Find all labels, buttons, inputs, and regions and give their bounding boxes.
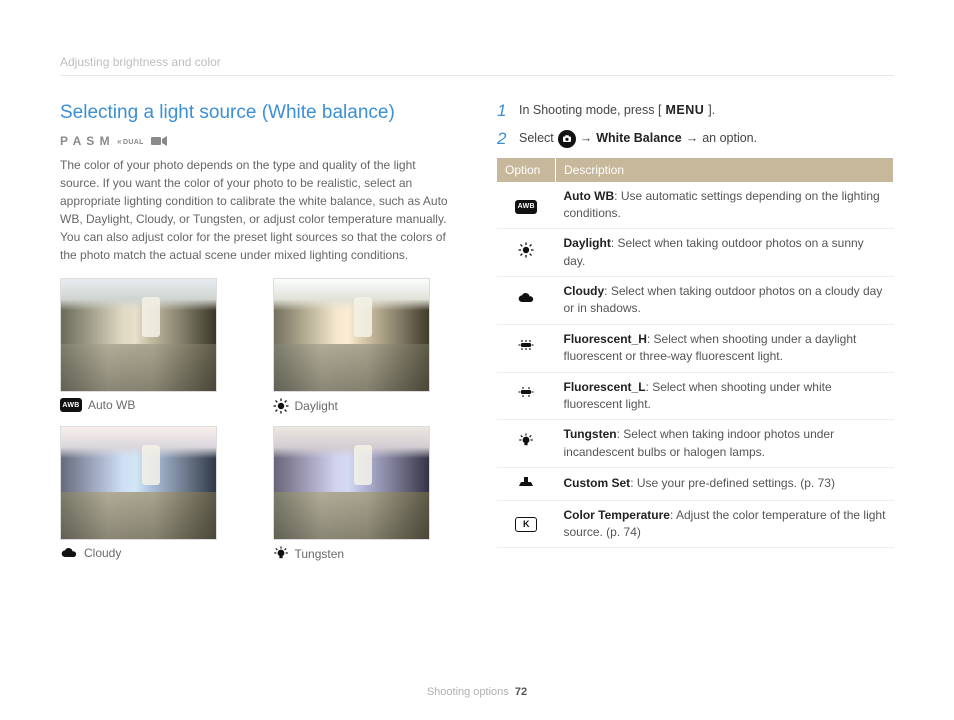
breadcrumb: Adjusting brightness and color — [60, 55, 894, 76]
option-desc-cell: Cloudy: Select when taking outdoor photo… — [556, 277, 894, 325]
footer-section: Shooting options — [427, 686, 509, 698]
table-row: Cloudy: Select when taking outdoor photo… — [497, 277, 894, 325]
table-row: Fluorescent_H: Select when shooting unde… — [497, 324, 894, 372]
svg-text:«: « — [117, 137, 122, 146]
table-row: Tungsten: Select when taking indoor phot… — [497, 420, 894, 468]
table-row: KColor Temperature: Adjust the color tem… — [497, 500, 894, 548]
step-text-part: In Shooting mode, press [ — [519, 102, 661, 120]
option-icon-cell — [497, 372, 556, 420]
options-table: Option Description AWBAuto WB: Use autom… — [497, 158, 894, 549]
mode-letters: P A S M — [60, 134, 111, 148]
section-title: Selecting a light source (White balance) — [60, 102, 457, 124]
thumb-tungsten: Tungsten — [273, 426, 428, 562]
table-header-description: Description — [556, 158, 894, 182]
option-icon-cell — [497, 324, 556, 372]
option-icon-cell — [497, 229, 556, 277]
svg-text:DUAL: DUAL — [123, 139, 144, 146]
option-icon-cell: AWB — [497, 182, 556, 229]
option-desc-cell: Tungsten: Select when taking indoor phot… — [556, 420, 894, 468]
table-header-option: Option — [497, 158, 556, 182]
step-number: 1 — [497, 102, 509, 119]
thumb-auto-wb: AWB Auto WB — [60, 278, 215, 414]
option-desc-cell: Fluorescent_L: Select when shooting unde… — [556, 372, 894, 420]
intro-paragraph: The color of your photo depends on the t… — [60, 156, 457, 264]
mode-row: P A S M « DUAL — [60, 134, 457, 148]
thumb-label: Daylight — [295, 399, 338, 413]
dual-icon: « DUAL — [117, 135, 145, 147]
thumbnail-grid: AWB Auto WB Daylig — [60, 278, 457, 562]
option-icon-cell — [497, 420, 556, 468]
movie-icon — [151, 135, 167, 147]
left-column: Selecting a light source (White balance)… — [60, 102, 457, 562]
option-icon-cell: K — [497, 500, 556, 548]
camera-icon — [558, 130, 576, 148]
arrow-icon: → — [686, 130, 699, 148]
awb-icon: AWB — [60, 398, 82, 412]
page-number: 72 — [515, 686, 527, 698]
step-text-part: an option. — [702, 130, 757, 148]
option-desc-cell: Fluorescent_H: Select when shooting unde… — [556, 324, 894, 372]
option-desc-cell: Color Temperature: Adjust the color temp… — [556, 500, 894, 548]
table-row: AWBAuto WB: Use automatic settings depen… — [497, 182, 894, 229]
table-row: Custom Set: Use your pre-defined setting… — [497, 468, 894, 500]
arrow-icon: → — [580, 130, 593, 148]
option-icon-cell — [497, 468, 556, 500]
right-column: 1 In Shooting mode, press [MENU]. 2 Sele… — [497, 102, 894, 562]
thumb-daylight: Daylight — [273, 278, 428, 414]
option-desc-cell: Auto WB: Use automatic settings dependin… — [556, 182, 894, 229]
step-2: 2 Select → White Balance → an option. — [497, 130, 894, 148]
thumb-label: Tungsten — [295, 547, 345, 561]
table-row: Fluorescent_L: Select when shooting unde… — [497, 372, 894, 420]
sun-icon — [273, 398, 289, 414]
thumb-label: Cloudy — [84, 546, 121, 560]
step-1: 1 In Shooting mode, press [MENU]. — [497, 102, 894, 120]
option-desc-cell: Daylight: Select when taking outdoor pho… — [556, 229, 894, 277]
white-balance-label: White Balance — [596, 130, 681, 148]
menu-icon: MENU — [665, 102, 704, 120]
step-text-part: ]. — [708, 102, 715, 120]
step-text-part: Select — [519, 130, 554, 148]
option-icon-cell — [497, 277, 556, 325]
step-number: 2 — [497, 130, 509, 147]
page-footer: Shooting options 72 — [0, 686, 954, 698]
thumb-cloudy: Cloudy — [60, 426, 215, 562]
cloud-icon — [60, 546, 78, 560]
table-row: Daylight: Select when taking outdoor pho… — [497, 229, 894, 277]
option-desc-cell: Custom Set: Use your pre-defined setting… — [556, 468, 894, 500]
tungsten-icon — [273, 546, 289, 562]
thumb-label: Auto WB — [88, 398, 135, 412]
